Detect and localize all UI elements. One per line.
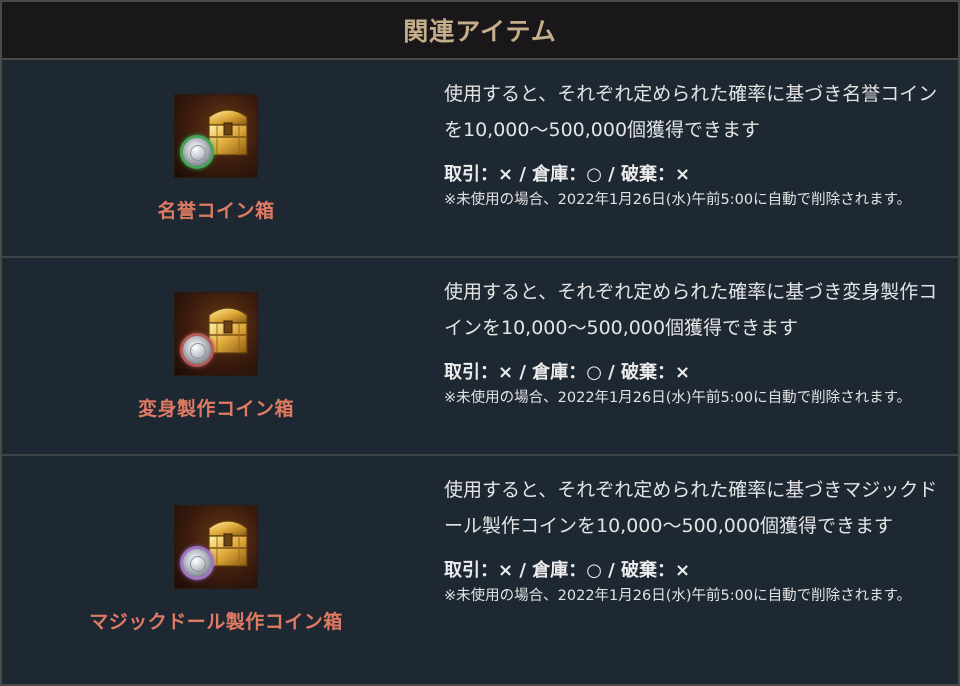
item-description: 使用すると、それぞれ定められた確率に基づき変身製作コインを10,000～500,… [444, 281, 938, 339]
coin-box-icon [174, 291, 258, 376]
item-cell: マジックドール製作コイン箱 [2, 456, 430, 682]
related-items-table: 関連アイテム 名誉コイン箱 使用すると、それぞれ定められた確率に基づき名誉コイン… [0, 0, 960, 686]
coin-box-icon [174, 504, 258, 589]
item-cell: 名誉コイン箱 [2, 60, 430, 256]
item-name: 変身製作コイン箱 [137, 397, 294, 420]
item-trade-info: 取引：× / 倉庫：○ / 破棄：× [444, 362, 691, 383]
transform-coin-icon [180, 332, 214, 367]
item-detail-cell: 使用すると、それぞれ定められた確率に基づき変身製作コインを10,000～500,… [430, 258, 958, 454]
item-description: 使用すると、それぞれ定められた確率に基づきマジックドール製作コインを10,000… [444, 479, 938, 537]
item-cell: 変身製作コイン箱 [2, 258, 430, 454]
item-name: マジックドール製作コイン箱 [89, 610, 343, 633]
table-row: マジックドール製作コイン箱 使用すると、それぞれ定められた確率に基づきマジックド… [2, 456, 958, 682]
item-expiry-note: ※未使用の場合、2022年1月26日(水)午前5:00に自動で削除されます。 [444, 192, 912, 208]
item-expiry-note: ※未使用の場合、2022年1月26日(水)午前5:00に自動で削除されます。 [444, 390, 912, 406]
item-trade-info: 取引：× / 倉庫：○ / 破棄：× [444, 560, 691, 581]
item-trade-info: 取引：× / 倉庫：○ / 破棄：× [444, 164, 691, 185]
honor-coin-icon [180, 134, 214, 169]
coin-box-icon [174, 93, 258, 178]
item-description: 使用すると、それぞれ定められた確率に基づき名誉コインを10,000～500,00… [444, 83, 938, 141]
table-row: 名誉コイン箱 使用すると、それぞれ定められた確率に基づき名誉コインを10,000… [2, 60, 958, 258]
table-title: 関連アイテム [403, 17, 557, 46]
item-expiry-note: ※未使用の場合、2022年1月26日(水)午前5:00に自動で削除されます。 [444, 588, 912, 604]
item-name: 名誉コイン箱 [157, 199, 275, 222]
item-detail-cell: 使用すると、それぞれ定められた確率に基づき名誉コインを10,000～500,00… [430, 60, 958, 256]
table-row: 変身製作コイン箱 使用すると、それぞれ定められた確率に基づき変身製作コインを10… [2, 258, 958, 456]
item-detail-cell: 使用すると、それぞれ定められた確率に基づきマジックドール製作コインを10,000… [430, 456, 958, 682]
magic-doll-coin-icon [180, 545, 214, 580]
table-header: 関連アイテム [2, 2, 958, 60]
